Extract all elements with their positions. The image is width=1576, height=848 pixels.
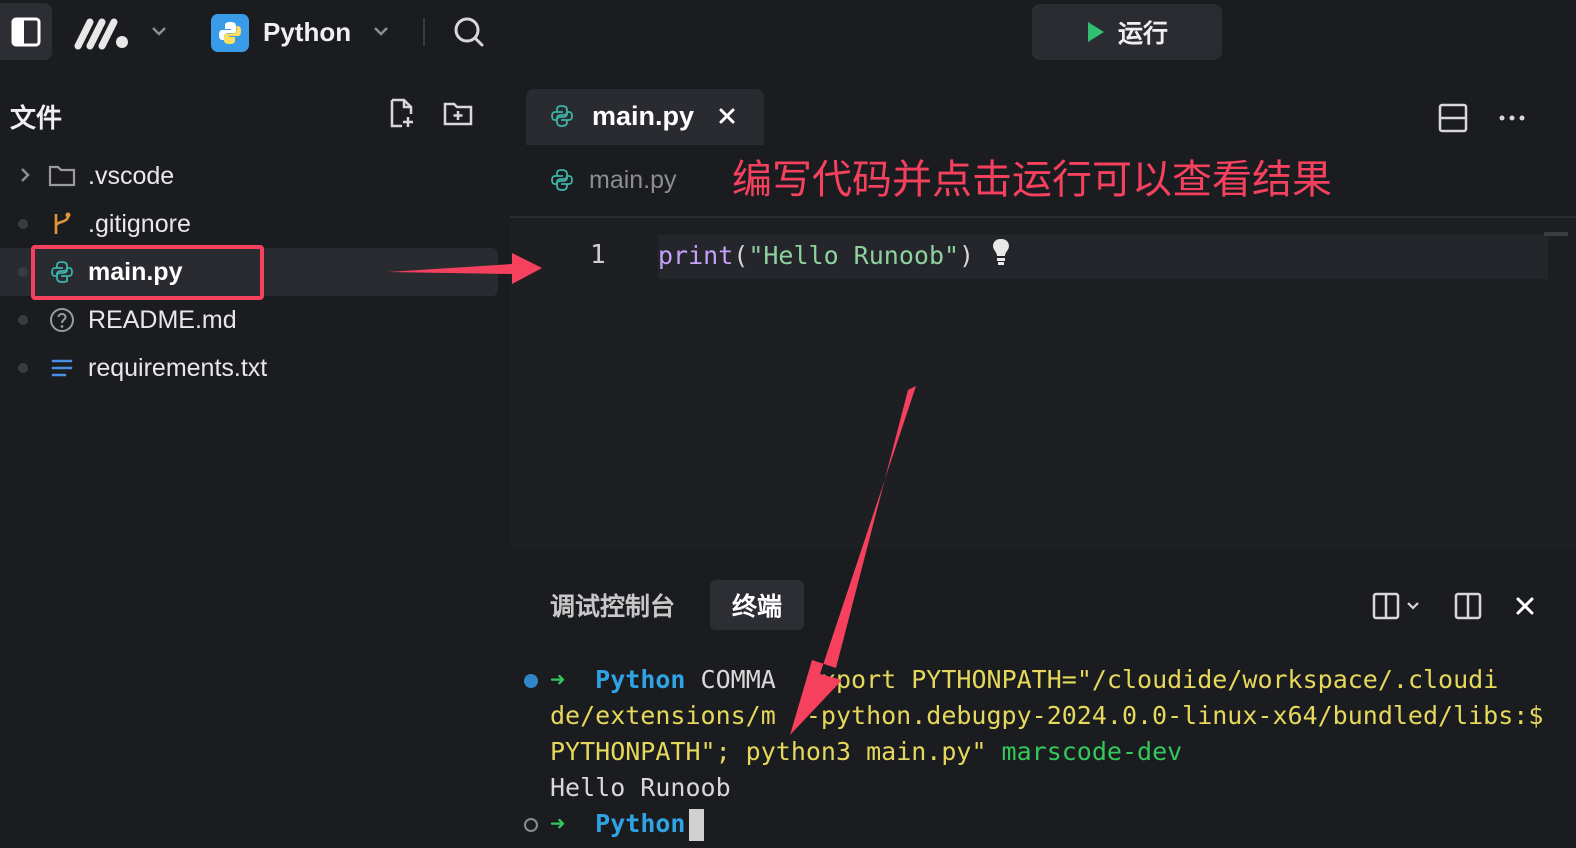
tree-dot	[18, 267, 28, 277]
tree-dot	[18, 315, 28, 325]
tree-item-readme[interactable]: README.md	[0, 296, 498, 344]
highlight-box	[31, 245, 264, 300]
tree-item-label: README.md	[88, 306, 237, 334]
annotation-text: 编写代码并点击运行可以查看结果	[732, 158, 1332, 202]
prompt-arrow: ➜	[550, 665, 566, 694]
marscode-logo-icon[interactable]	[74, 14, 132, 52]
prompt-arrow: ➜	[550, 809, 566, 838]
prompt-dir: Python	[595, 665, 686, 694]
folder-icon	[48, 162, 76, 190]
terminal-line: ➜ Python	[550, 806, 1570, 842]
editor: main.py main.py 编写代码并点击运行可以查看结果 1 print(…	[510, 76, 1576, 548]
sidebar-panel-icon	[11, 17, 41, 46]
tree-item-label: .vscode	[88, 162, 175, 190]
chevron-down-icon[interactable]	[372, 22, 390, 40]
bottom-panel: 调试控制台 终端 ➜ Python COMMA export PYTHONPAT…	[510, 562, 1576, 848]
close-icon[interactable]	[1514, 595, 1536, 617]
terminal-cursor	[689, 809, 705, 841]
code-area[interactable]: 1 print("Hello Runoob")	[510, 220, 1576, 548]
scroll-indicator	[1544, 232, 1568, 236]
tab-debug-console[interactable]: 调试控制台	[528, 580, 697, 630]
tree-item-vscode[interactable]: .vscode	[0, 152, 498, 200]
question-circle-icon	[48, 306, 76, 334]
tree-dot	[18, 363, 28, 373]
git-branch-icon	[48, 210, 76, 238]
terminal-line: Hello Runoob	[550, 773, 731, 802]
file-explorer: 文件 .vscode .gitignore main.py README.md …	[0, 66, 510, 848]
prompt-dir: Python	[595, 809, 686, 838]
code-token-paren: )	[959, 241, 975, 270]
close-icon[interactable]	[716, 105, 738, 127]
terminal-line: ➜ Python COMMA export PYTHONPATH="/cloud…	[550, 662, 1570, 698]
run-label: 运行	[1117, 20, 1168, 48]
tree-item-gitignore[interactable]: .gitignore	[0, 200, 498, 248]
terminal-text: thon3 main.py"	[775, 737, 987, 766]
sidebar-toggle-button[interactable]	[0, 3, 52, 60]
python-project-icon[interactable]	[211, 14, 249, 52]
split-terminal-dropdown-icon[interactable]	[1372, 592, 1424, 620]
new-folder-icon[interactable]	[443, 100, 473, 126]
explorer-title: 文件	[10, 103, 63, 133]
editor-tabs-bar: main.py	[510, 76, 1576, 146]
line-number: 1	[590, 240, 606, 270]
split-editor-icon[interactable]	[1438, 103, 1468, 133]
terminal-text: marscode-dev	[986, 737, 1183, 766]
run-button[interactable]: 运行	[1032, 4, 1222, 60]
breadcrumb-item[interactable]: main.py	[589, 166, 677, 195]
tree-item-label: .gitignore	[88, 210, 191, 238]
python-icon	[219, 22, 241, 44]
breadcrumb: main.py 编写代码并点击运行可以查看结果	[510, 146, 1576, 218]
tree-item-requirements[interactable]: requirements.txt	[0, 344, 498, 392]
search-icon[interactable]	[452, 15, 486, 49]
split-panel-icon[interactable]	[1454, 592, 1482, 620]
terminal-line: de/extensions/m -python.debugpy-2024.0.0…	[550, 701, 1544, 730]
new-file-icon[interactable]	[388, 98, 416, 128]
terminal-line: PYTHONPATH"; python3 main.py" marscode-d…	[550, 734, 1570, 770]
terminal-text: export PYTHONPATH="/cloudide/workspace/.…	[775, 665, 1499, 694]
tree-dot	[18, 219, 28, 229]
terminal-status-dot	[524, 818, 538, 832]
tab-main-py[interactable]: main.py	[526, 89, 764, 145]
tree-item-label: requirements.txt	[88, 354, 268, 382]
text-file-icon	[48, 354, 76, 382]
top-bar: Python 运行	[0, 0, 1576, 66]
chevron-down-icon[interactable]	[150, 22, 168, 40]
code-token-function: print	[658, 241, 734, 270]
code-line[interactable]: print("Hello Runoob")	[658, 239, 974, 273]
play-icon	[1087, 22, 1104, 42]
divider	[423, 18, 425, 46]
terminal-status-dot	[524, 674, 538, 688]
terminal-output[interactable]: ➜ Python COMMA export PYTHONPATH="/cloud…	[524, 662, 1570, 842]
tab-label: main.py	[592, 101, 695, 131]
code-token-paren: (	[733, 241, 749, 270]
terminal-text: PYTHONPATH"; py	[550, 737, 776, 766]
python-file-icon	[551, 169, 573, 191]
more-icon[interactable]	[1498, 114, 1526, 122]
tab-terminal[interactable]: 终端	[710, 580, 805, 630]
python-file-icon	[551, 105, 573, 127]
lightbulb-icon[interactable]	[990, 237, 1012, 267]
terminal-text: COMMA	[685, 665, 776, 694]
chevron-right-icon[interactable]	[17, 166, 33, 184]
project-name[interactable]: Python	[263, 16, 351, 48]
code-token-string: "Hello Runoob"	[748, 241, 960, 270]
